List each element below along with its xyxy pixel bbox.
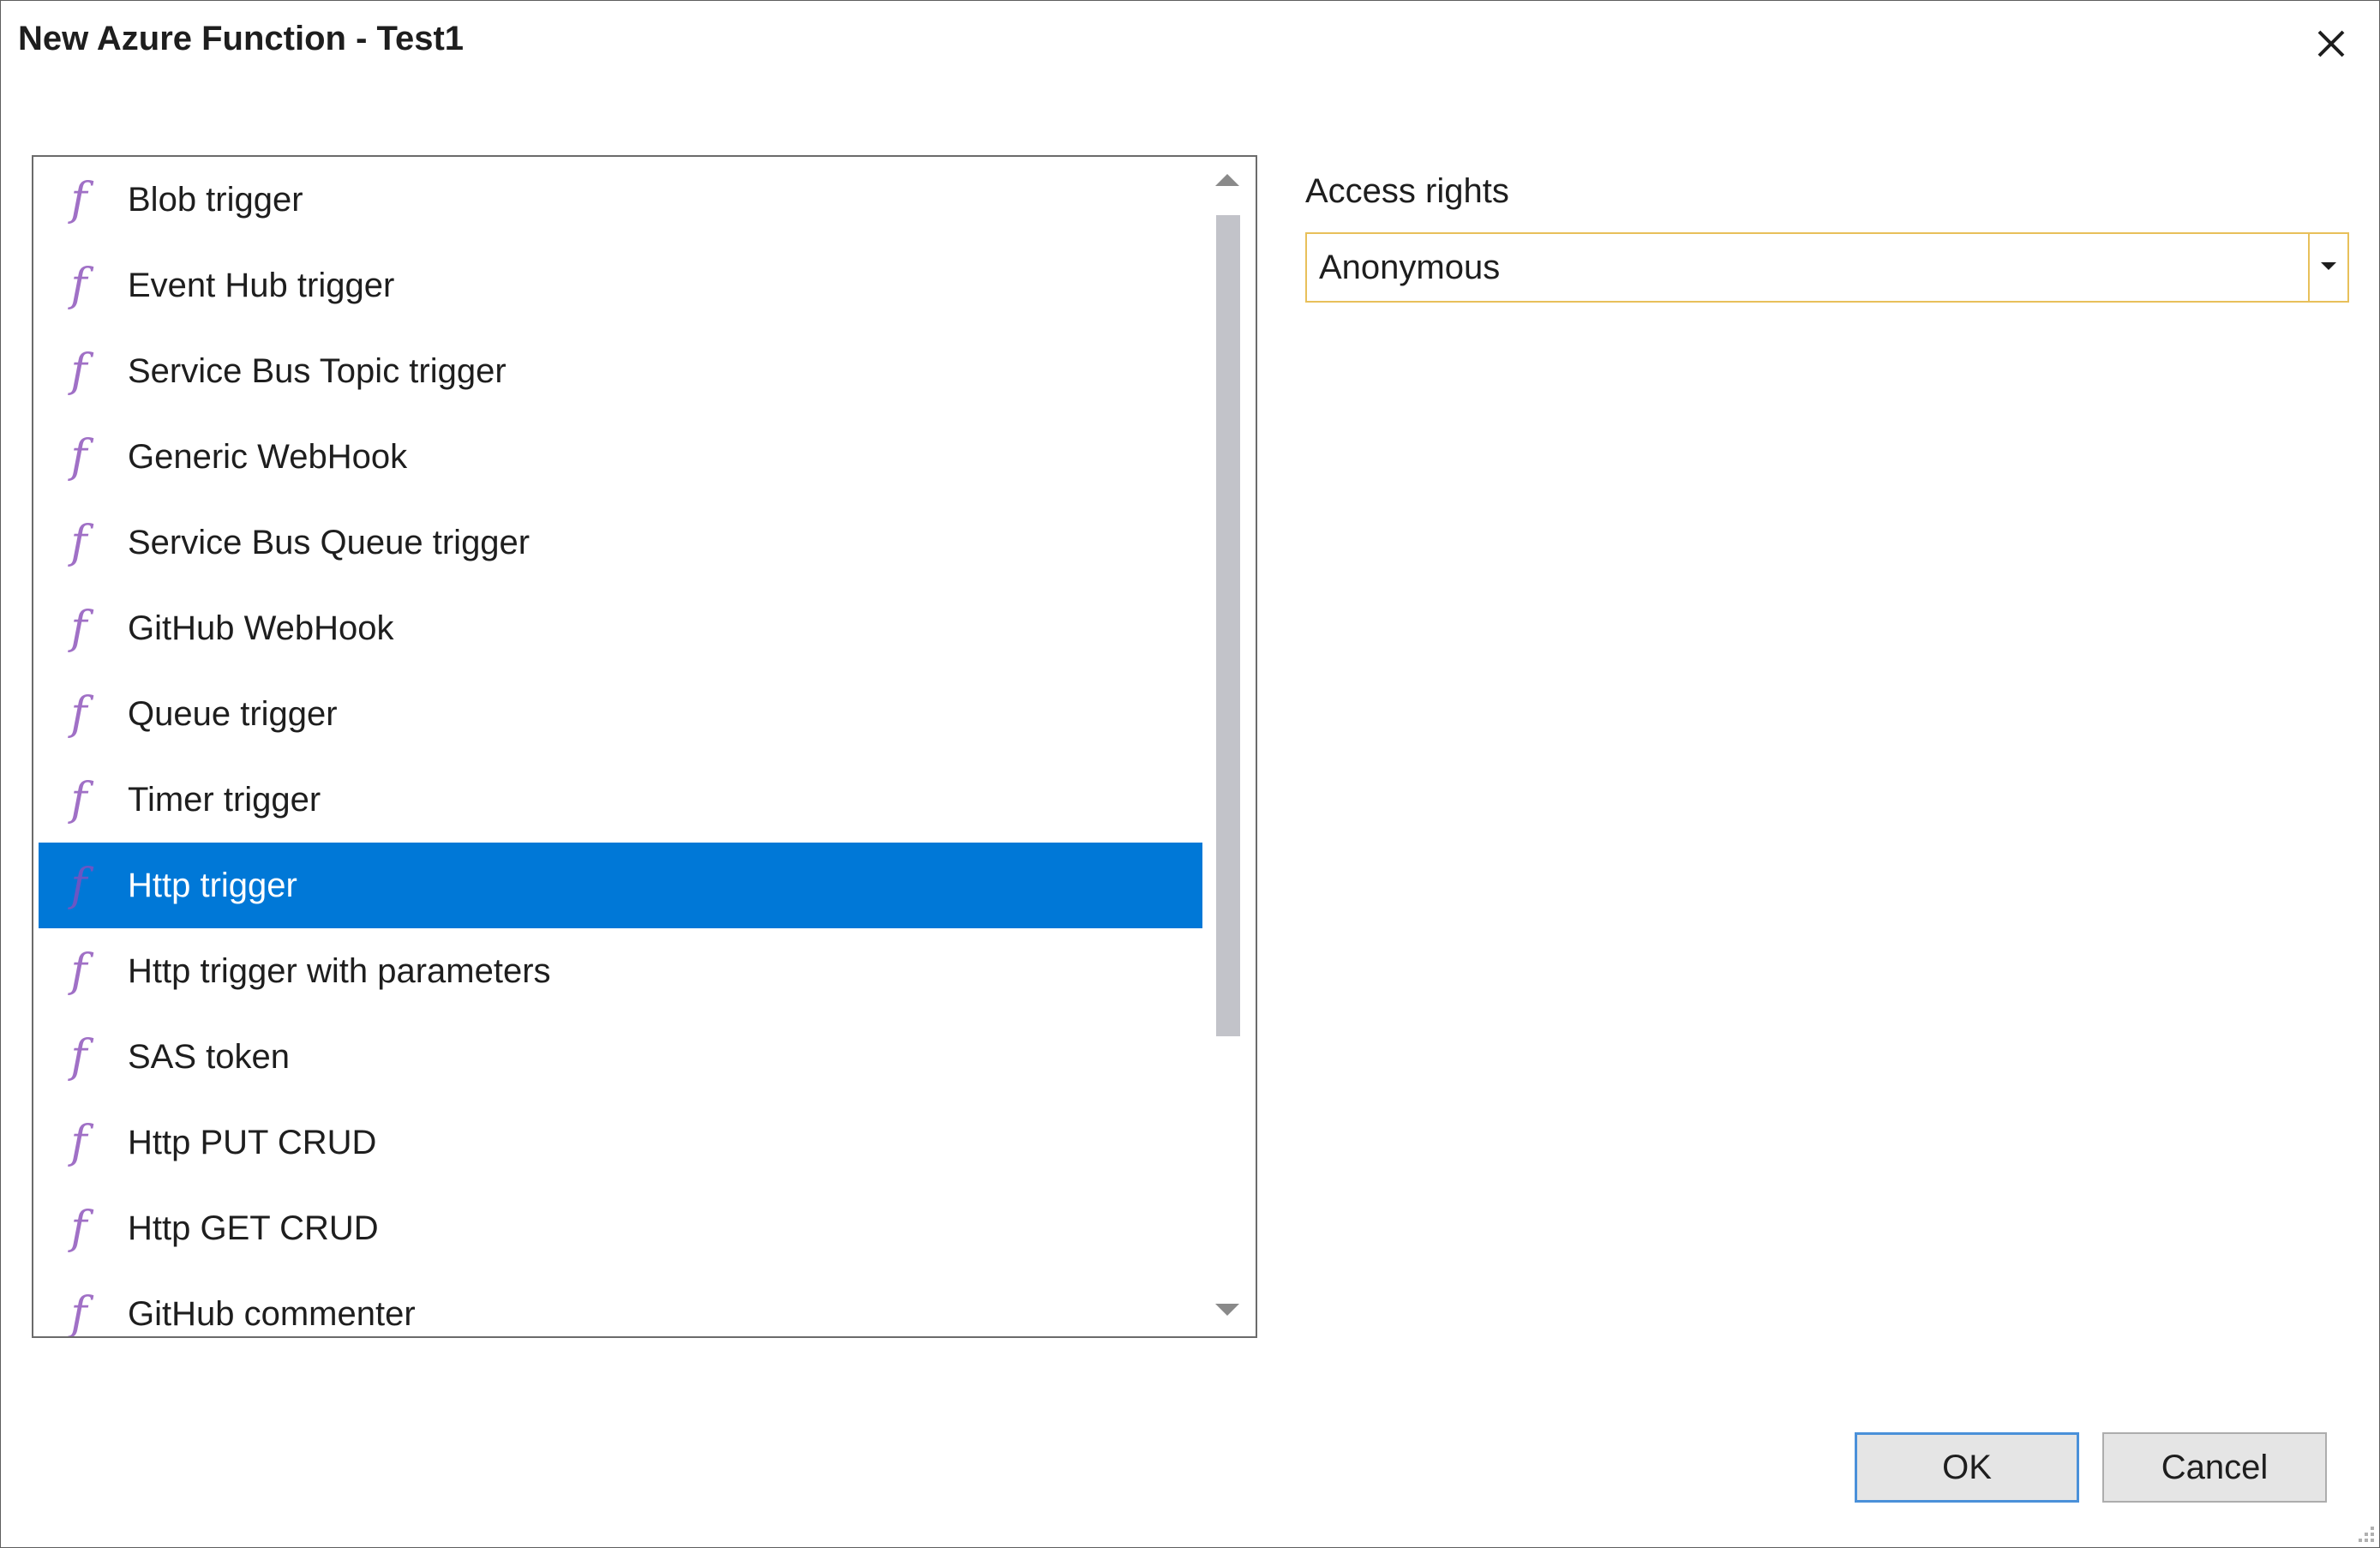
template-item-label: Http GET CRUD — [128, 1209, 379, 1247]
template-list-item[interactable]: f Blob trigger — [39, 157, 1204, 243]
ok-button[interactable]: OK — [1855, 1432, 2079, 1503]
dropdown-arrow-button[interactable] — [2308, 234, 2347, 301]
function-icon: f — [70, 774, 87, 825]
function-icon: f — [70, 260, 87, 311]
function-icon: f — [70, 603, 87, 654]
resize-grip-icon[interactable] — [2350, 1518, 2376, 1544]
function-icon: f — [70, 1031, 87, 1083]
template-list-item[interactable]: f Http trigger with parameters — [39, 928, 1204, 1014]
scroll-down-arrow-icon — [1214, 1301, 1241, 1323]
template-list-item[interactable]: f Http PUT CRUD — [39, 1100, 1204, 1185]
scroll-down-button[interactable] — [1202, 1290, 1252, 1333]
access-rights-label: Access rights — [1305, 172, 1509, 210]
template-list[interactable]: f Blob trigger f Event Hub trigger f Service … — [32, 155, 1257, 1338]
template-item-label: Http trigger — [128, 866, 297, 904]
access-rights-dropdown[interactable]: Anonymous — [1305, 232, 2349, 303]
scroll-thumb[interactable] — [1216, 215, 1240, 1036]
template-list-item[interactable]: f Http GET CRUD — [39, 1185, 1204, 1271]
template-item-label: Queue trigger — [128, 694, 338, 733]
template-item-label: Http PUT CRUD — [128, 1123, 377, 1161]
template-item-label: Timer trigger — [128, 780, 321, 819]
dialog-title: New Azure Function - Test1 — [18, 20, 465, 57]
cancel-button[interactable]: Cancel — [2102, 1432, 2327, 1503]
new-azure-function-dialog: New Azure Function - Test1 f Blob trigger… — [0, 0, 2380, 1548]
template-item-label: Generic WebHook — [128, 437, 408, 476]
template-item-label: Http trigger with parameters — [128, 951, 551, 990]
template-list-items: f Blob trigger f Event Hub trigger f Service … — [39, 157, 1204, 1338]
function-icon: f — [70, 517, 87, 568]
function-icon: f — [70, 1288, 87, 1338]
function-icon: f — [70, 860, 87, 911]
template-item-label: Event Hub trigger — [128, 266, 395, 304]
close-button[interactable] — [2307, 20, 2355, 68]
template-list-item[interactable]: f Generic WebHook — [39, 414, 1204, 500]
scroll-up-button[interactable] — [1202, 160, 1252, 203]
template-list-item[interactable]: f Service Bus Queue trigger — [39, 500, 1204, 585]
template-list-item[interactable]: f Service Bus Topic trigger — [39, 328, 1204, 414]
template-item-label: GitHub WebHook — [128, 609, 394, 647]
function-icon: f — [70, 945, 87, 997]
chevron-down-icon — [2319, 260, 2338, 276]
function-icon: f — [70, 1203, 87, 1254]
template-list-item[interactable]: f GitHub WebHook — [39, 585, 1204, 671]
template-item-label: GitHub commenter — [128, 1294, 416, 1333]
template-item-label: SAS token — [128, 1037, 291, 1076]
close-icon — [2316, 28, 2347, 59]
template-list-item[interactable]: f SAS token — [39, 1014, 1204, 1100]
template-list-item[interactable]: f Queue trigger — [39, 671, 1204, 757]
function-icon: f — [70, 345, 87, 397]
template-item-label: Blob trigger — [128, 180, 303, 219]
function-icon: f — [70, 174, 87, 225]
template-list-item[interactable]: f GitHub commenter — [39, 1271, 1204, 1338]
template-list-item[interactable]: f Http trigger — [39, 843, 1204, 928]
function-icon: f — [70, 431, 87, 483]
function-icon: f — [70, 688, 87, 740]
function-icon: f — [70, 1117, 87, 1168]
scroll-up-arrow-icon — [1214, 171, 1241, 193]
template-item-label: Service Bus Queue trigger — [128, 523, 531, 561]
access-rights-value: Anonymous — [1319, 248, 1501, 286]
template-list-item[interactable]: f Event Hub trigger — [39, 243, 1204, 328]
list-scrollbar[interactable] — [1202, 160, 1252, 1333]
template-list-item[interactable]: f Timer trigger — [39, 757, 1204, 843]
template-item-label: Service Bus Topic trigger — [128, 351, 507, 390]
